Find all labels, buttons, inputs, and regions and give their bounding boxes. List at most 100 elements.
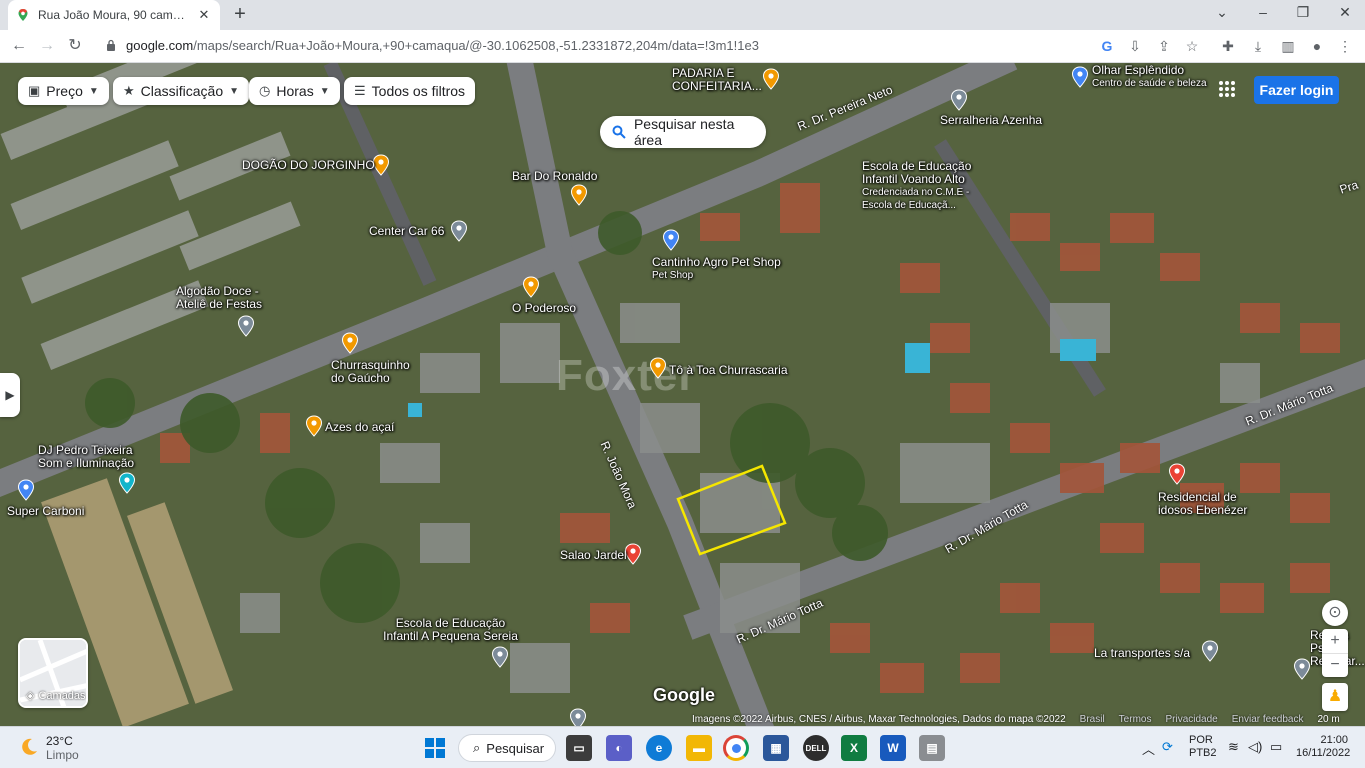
downloads-icon[interactable]: ⤓ (1248, 36, 1268, 56)
bookmark-star-icon[interactable]: ☆ (1182, 36, 1202, 56)
microsoft-store-icon[interactable]: ▦ (763, 735, 789, 761)
forward-icon[interactable]: → (36, 35, 58, 57)
wifi-icon[interactable]: ≋ (1228, 739, 1239, 755)
place-pin-icon[interactable] (237, 315, 255, 337)
sign-in-button[interactable]: Fazer login (1254, 76, 1339, 104)
expand-side-panel-icon[interactable]: ▶ (0, 373, 20, 417)
edge-browser-icon[interactable]: e (646, 735, 672, 761)
service-pin-icon[interactable] (1071, 66, 1089, 88)
poi-escola-subtitle: Credenciada no C.M.E - Escola de Educaçã… (862, 187, 970, 211)
system-clock[interactable]: 21:00 16/11/2022 (1296, 734, 1350, 760)
terms-link[interactable]: Termos (1119, 714, 1152, 726)
send-feedback-link[interactable]: Enviar feedback (1232, 714, 1304, 726)
place-pin-icon[interactable] (950, 89, 968, 111)
search-this-area-button[interactable]: Pesquisar nesta área (600, 116, 766, 148)
layers-button[interactable]: ◈ Camadas (18, 638, 88, 708)
windows-taskbar: 23°C Limpo ⌕ Pesquisar ▭ ◐ e ▬ ▦ DELL X … (0, 726, 1365, 768)
battery-icon[interactable]: ▭ (1270, 739, 1282, 755)
printer-app-icon[interactable]: ▤ (919, 735, 945, 761)
install-app-icon[interactable]: ⇩ (1125, 36, 1145, 56)
google-apps-grid-icon[interactable] (1218, 80, 1236, 98)
share-icon[interactable]: ⇪ (1154, 36, 1174, 56)
restaurant-pin-icon[interactable] (341, 332, 359, 354)
task-view-icon[interactable]: ▭ (566, 735, 592, 761)
browser-tab[interactable]: Rua João Moura, 90 camaqua - G ✕ (8, 0, 220, 30)
zoom-in-icon[interactable]: + (1322, 629, 1348, 653)
onedrive-sync-icon[interactable]: ⟳ (1162, 739, 1173, 755)
poi-label-serralheria[interactable]: Serralheria Azenha (940, 114, 1042, 127)
tab-close-icon[interactable]: ✕ (196, 7, 212, 23)
place-pin-icon[interactable] (1201, 640, 1219, 662)
filter-price-button[interactable]: ▣ Preço ▼ (18, 77, 109, 105)
restaurant-pin-icon[interactable] (522, 276, 540, 298)
school-pin-icon[interactable] (491, 646, 509, 668)
teams-chat-icon[interactable]: ◐ (606, 735, 632, 761)
weather-temperature[interactable]: 23°C (46, 734, 73, 748)
poi-label-poderoso[interactable]: O Poderoso (512, 302, 576, 315)
poi-label-residencial-idosos[interactable]: Residencial de idosos Ebenézer (1158, 491, 1258, 517)
address-bar[interactable]: google.com/maps/search/Rua+João+Moura,+9… (126, 38, 759, 53)
word-icon[interactable]: W (880, 735, 906, 761)
poi-label-churrasquinho[interactable]: Churrasquinho do Gaúcho (331, 359, 421, 385)
show-hidden-icons-icon[interactable]: ︿ (1142, 739, 1155, 758)
volume-icon[interactable]: ◁) (1248, 739, 1262, 755)
filter-hours-button[interactable]: ◷ Horas ▼ (249, 77, 340, 105)
poi-label-escola-voando-alto[interactable]: Escola de Educação Infantil Voando Alto … (862, 160, 980, 212)
poi-label-padaria[interactable]: PADARIA E CONFEITARIA... (672, 67, 772, 93)
close-window-icon[interactable]: ✕ (1334, 4, 1356, 21)
all-filters-button[interactable]: ☰ Todos os filtros (344, 77, 476, 105)
weather-description[interactable]: Limpo (46, 748, 79, 762)
profile-avatar-icon[interactable]: ● (1307, 36, 1327, 56)
poi-label-center-car[interactable]: Center Car 66 (369, 225, 444, 238)
zoom-out-icon[interactable]: − (1322, 653, 1348, 677)
service-pin-icon[interactable] (118, 472, 136, 494)
poi-label-bar-ronaldo[interactable]: Bar Do Ronaldo (512, 170, 597, 183)
poi-label-salao-jardel[interactable]: Salao Jardel (560, 549, 627, 562)
weather-moon-icon[interactable] (18, 736, 40, 758)
maximize-icon[interactable]: ❐ (1292, 4, 1314, 21)
poi-label-super-carboni[interactable]: Super Carboni (7, 505, 84, 518)
excel-icon[interactable]: X (841, 735, 867, 761)
side-panel-icon[interactable]: ▥ (1278, 36, 1298, 56)
scale-bar-label[interactable]: 20 m (1317, 714, 1339, 726)
poi-label-to-a-toa[interactable]: Tô à Toa Churrascaria (669, 364, 788, 377)
my-location-icon[interactable]: ⊙ (1322, 600, 1348, 626)
google-lens-icon[interactable]: G (1097, 36, 1117, 56)
privacy-link[interactable]: Privacidade (1165, 714, 1217, 726)
poi-label-escola-pequena-sereia[interactable]: Escola de Educação Infantil A Pequena Se… (378, 617, 523, 643)
pegman-icon[interactable]: ♟ (1322, 683, 1348, 711)
language-indicator[interactable]: POR PTB2 (1189, 734, 1217, 760)
cafe-pin-icon[interactable] (305, 415, 323, 437)
back-icon[interactable]: ← (8, 35, 30, 57)
restaurant-pin-icon[interactable] (649, 357, 667, 379)
extensions-icon[interactable]: ✚ (1218, 36, 1238, 56)
country-link[interactable]: Brasil (1080, 714, 1105, 726)
filter-rating-button[interactable]: ★ Classificação ▼ (113, 77, 250, 105)
menu-kebab-icon[interactable]: ⋮ (1335, 36, 1355, 56)
poi-label-azes-acai[interactable]: Azes do açaí (325, 421, 394, 434)
map-canvas[interactable]: Foxter PADARIA E CONFEITARIA... Olhar Es… (0, 63, 1365, 726)
tab-search-icon[interactable]: ⌄ (1211, 4, 1233, 21)
poi-label-dj-pedro[interactable]: DJ Pedro Teixeira Som e Iluminação (38, 444, 156, 470)
dell-app-icon[interactable]: DELL (803, 735, 829, 761)
poi-label-cantinho-agro[interactable]: Cantinho Agro Pet Shop Pet Shop (652, 256, 781, 282)
health-pin-icon[interactable] (1168, 463, 1186, 485)
lock-icon[interactable] (106, 39, 116, 51)
place-pin-icon[interactable] (450, 220, 468, 242)
poi-label-olhar[interactable]: Olhar Esplêndido Centro de saúde e belez… (1092, 64, 1207, 90)
bar-pin-icon[interactable] (570, 184, 588, 206)
chrome-browser-icon[interactable] (723, 735, 749, 761)
supermarket-pin-icon[interactable] (17, 479, 35, 501)
taskbar-search-box[interactable]: ⌕ Pesquisar (458, 734, 556, 762)
place-pin-icon[interactable] (1293, 658, 1311, 680)
poi-label-algodao-doce[interactable]: Algodão Doce - Ateliê de Festas (176, 285, 276, 311)
pet-shop-pin-icon[interactable] (662, 229, 680, 251)
windows-start-icon[interactable] (424, 737, 446, 759)
place-pin-icon[interactable] (569, 708, 587, 726)
minimize-icon[interactable]: – (1252, 4, 1274, 20)
reload-icon[interactable]: ↻ (64, 35, 86, 57)
new-tab-icon[interactable]: + (230, 4, 250, 26)
poi-label-la-transportes[interactable]: La transportes s/a (1094, 647, 1190, 660)
file-explorer-icon[interactable]: ▬ (686, 735, 712, 761)
poi-label-dogao[interactable]: DOGÃO DO JORGINHO (242, 159, 375, 172)
